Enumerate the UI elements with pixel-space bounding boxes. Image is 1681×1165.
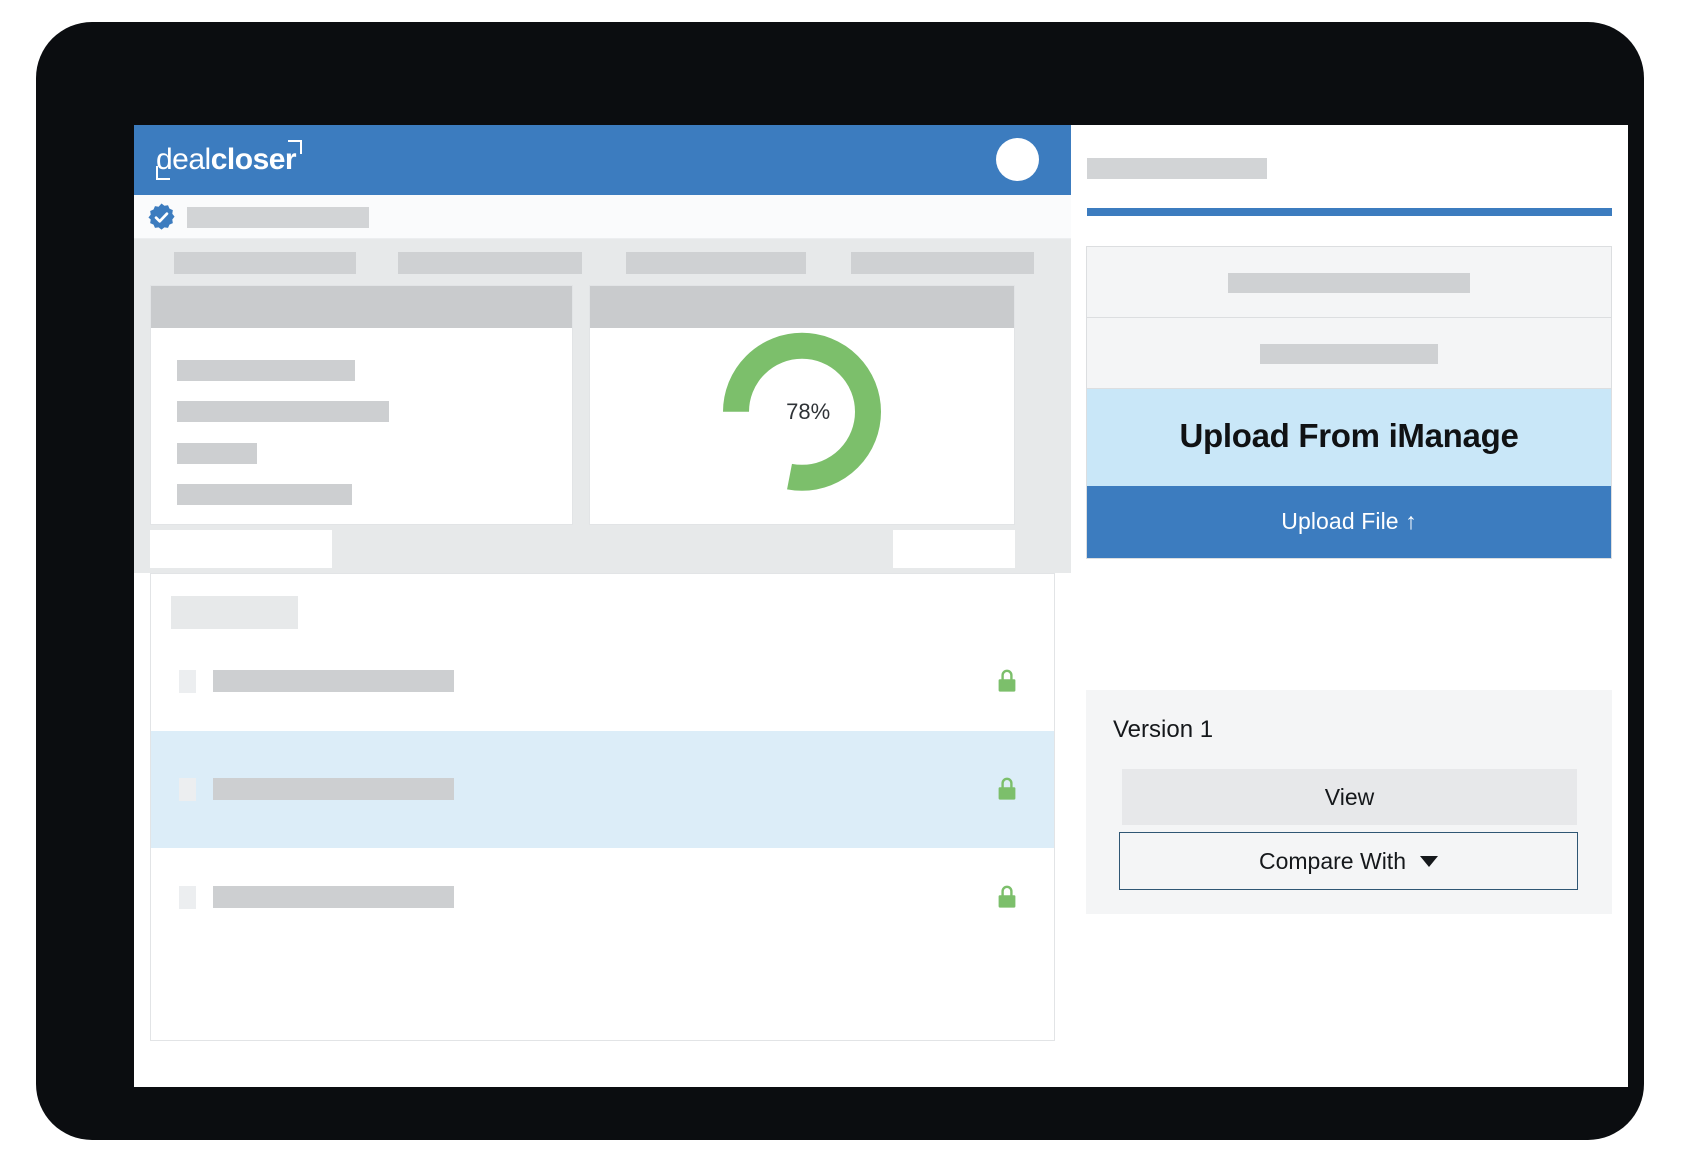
meta-row-1 — [1087, 247, 1611, 318]
view-button[interactable]: View — [1122, 769, 1577, 825]
row-label — [213, 886, 454, 908]
tab-2[interactable] — [398, 252, 582, 274]
device-frame: deal closer 78% Upload From iManage Uplo… — [36, 22, 1644, 1140]
logo-corner-top-right-icon — [288, 140, 303, 154]
lock-icon[interactable] — [996, 776, 1018, 802]
meta-row-2 — [1087, 318, 1611, 389]
lock-icon[interactable] — [996, 884, 1018, 910]
details-line-2 — [177, 401, 389, 422]
logo-corner-bottom-left-icon — [156, 166, 170, 180]
progress-card-header — [590, 286, 1014, 328]
row-checkbox[interactable] — [179, 886, 196, 909]
details-line-1 — [177, 360, 355, 381]
compare-with-label: Compare With — [1259, 847, 1406, 874]
row-checkbox[interactable] — [179, 670, 196, 693]
dealcloser-logo[interactable]: deal closer — [156, 139, 303, 181]
row-label — [213, 778, 454, 800]
upload-from-imanage-button[interactable]: Upload From iManage — [1087, 389, 1611, 486]
version-label: Version 1 — [1113, 716, 1214, 743]
toolbar-left-button[interactable] — [150, 530, 332, 568]
panel-title — [1087, 158, 1267, 179]
progress-donut-chart: 78% — [717, 327, 887, 497]
compare-with-button[interactable]: Compare With — [1119, 832, 1578, 890]
avatar[interactable] — [996, 138, 1039, 181]
application-pane: deal closer 78% — [134, 125, 1071, 1087]
side-panel: Upload From iManage Upload File ↑ Versio… — [1071, 125, 1628, 1087]
details-line-3 — [177, 443, 257, 464]
meta-placeholder-1 — [1228, 273, 1470, 293]
document-list-panel — [150, 573, 1055, 1041]
row-checkbox[interactable] — [179, 778, 196, 801]
donut-center-label: 78% — [786, 398, 831, 424]
tab-4[interactable] — [851, 252, 1034, 274]
panel-accent-rule — [1087, 208, 1612, 216]
meta-placeholder-2 — [1260, 344, 1438, 364]
tab-bar — [134, 239, 1071, 285]
app-header-bar: deal closer — [134, 125, 1071, 195]
summary-cards-row: 78% — [134, 285, 1071, 525]
breadcrumb — [187, 207, 369, 228]
chevron-down-icon — [1419, 855, 1438, 867]
list-title — [171, 596, 298, 629]
verified-badge-icon — [148, 203, 175, 230]
status-strip — [134, 195, 1071, 239]
tab-3[interactable] — [626, 252, 806, 274]
list-toolbar — [134, 525, 1071, 573]
logo-text-bold: closer — [210, 143, 297, 176]
details-card-header — [151, 286, 572, 328]
row-label — [213, 670, 454, 692]
upload-card: Upload From iManage Upload File ↑ — [1086, 246, 1612, 559]
version-card: Version 1 View Compare With — [1086, 690, 1612, 914]
toolbar-right-button[interactable] — [893, 530, 1015, 568]
table-row[interactable] — [151, 731, 1054, 848]
tab-1[interactable] — [174, 252, 356, 274]
lock-icon[interactable] — [996, 668, 1018, 694]
upload-file-button[interactable]: Upload File ↑ — [1087, 485, 1611, 558]
table-row[interactable] — [151, 848, 1054, 947]
table-row[interactable] — [151, 632, 1054, 731]
progress-card: 78% — [589, 285, 1015, 525]
screen: deal closer 78% Upload From iManage Uplo… — [134, 125, 1628, 1087]
details-line-4 — [177, 484, 352, 505]
details-card — [150, 285, 573, 525]
